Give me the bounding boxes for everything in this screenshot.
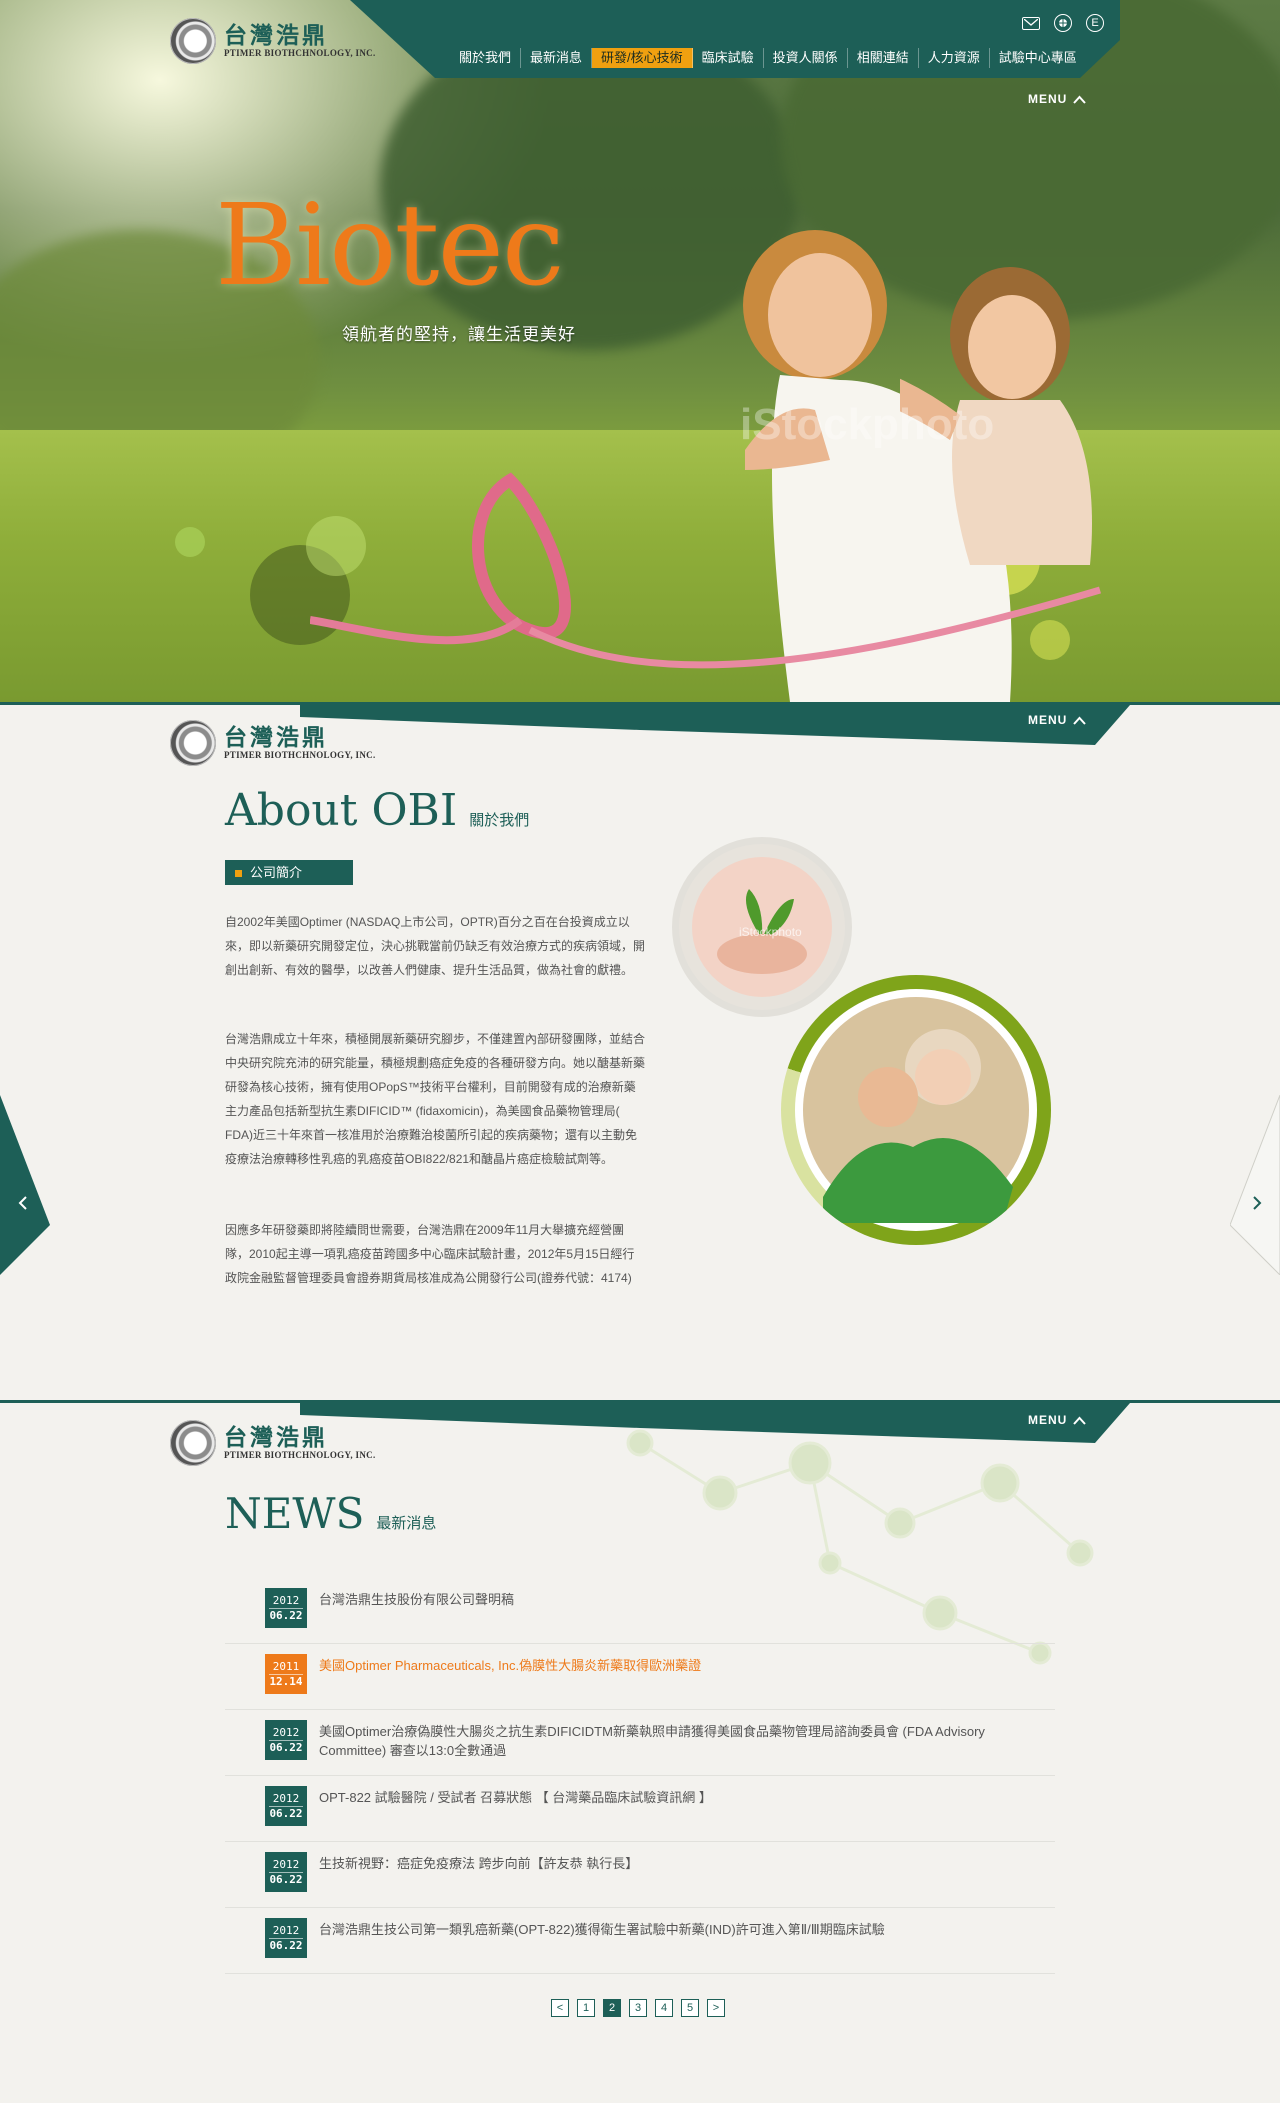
next-slide-button[interactable] (1230, 1095, 1280, 1275)
news-date: 2011 12.14 (265, 1654, 307, 1694)
about-paragraph: 因應多年研發藥即將陸續問世需要，台灣浩鼎在2009年11月大舉擴充經營團隊，20… (225, 1223, 635, 1285)
main-nav: 關於我們 最新消息 研發/核心技術 臨床試驗 投資人關係 相關連結 人力資源 試… (450, 48, 1086, 68)
bokeh-circle (175, 527, 205, 557)
site-logo[interactable]: 台灣浩鼎 PTIMER BIOTHCHNOLOGY, INC. (170, 1420, 376, 1466)
nav-item-trial-center[interactable]: 試驗中心專區 (990, 48, 1086, 68)
news-section: MENU 台灣浩鼎 PTIMER BIOTHCHNOLOGY, INC. NEW… (0, 1400, 1280, 2103)
pagination: < 1 2 3 4 5 > (551, 1999, 725, 2017)
logo-mark-icon (170, 18, 216, 64)
pager-page-3[interactable]: 3 (629, 1999, 647, 2017)
nav-item-rd[interactable]: 研發/核心技術 (592, 48, 693, 68)
about-paragraph: 自2002年美國Optimer (NASDAQ上市公司，OPTR)百分之百在台投… (225, 915, 646, 977)
globe-icon[interactable] (1054, 14, 1072, 32)
chevron-up-icon (1073, 716, 1087, 725)
news-headline[interactable]: 美國Optimer治療偽膜性大腸炎之抗生素DIFICIDTM新藥執照申請獲得美國… (319, 1722, 1009, 1760)
pager-prev-button[interactable]: < (551, 1999, 569, 2017)
utility-icons: E (1022, 14, 1104, 32)
pager-next-button[interactable]: > (707, 1999, 725, 2017)
news-headline[interactable]: 生技新視野：癌症免疫療法 跨步向前【許友恭 執行長】 (319, 1854, 1009, 1873)
photo-watermark-text: iStockphoto (739, 925, 802, 939)
section-band (300, 705, 1130, 745)
nav-item-clinical[interactable]: 臨床試驗 (693, 48, 764, 68)
about-section: MENU 台灣浩鼎 PTIMER BIOTHCHNOLOGY, INC. Abo… (0, 705, 1280, 1398)
menu-button[interactable]: MENU (1028, 92, 1087, 106)
about-subtitle: 關於我們 (469, 812, 530, 829)
pink-ribbon (310, 472, 1101, 669)
nav-item-about[interactable]: 關於我們 (450, 48, 522, 68)
news-headline[interactable]: 台灣浩鼎生技股份有限公司聲明稿 (319, 1590, 1009, 1609)
news-subtitle: 最新消息 (376, 1515, 437, 1532)
logo-name-en: PTIMER BIOTHCHNOLOGY, INC. (224, 1450, 376, 1460)
hero-banner: iStockphoto 台灣浩鼎 PTIMER BIOTHCHNOLOGY, I… (0, 0, 1280, 705)
section-heading: About OBI 關於我們 (225, 789, 529, 833)
list-item[interactable]: 2012 06.22 美國Optimer治療偽膜性大腸炎之抗生素DIFICIDTM… (225, 1710, 1055, 1776)
photo-watermark: iStockphoto (740, 400, 995, 449)
news-list: 2012 06.22 台灣浩鼎生技股份有限公司聲明稿 2011 12.14 美國Op… (225, 1578, 1055, 1974)
news-headline[interactable]: OPT-822 試驗醫院 / 受試者 召募狀態 【 台灣藥品臨床試驗資訊網 】 (319, 1788, 1009, 1807)
list-item[interactable]: 2012 06.22 台灣浩鼎生技股份有限公司聲明稿 (225, 1578, 1055, 1644)
list-item[interactable]: 2012 06.22 生技新視野：癌症免疫療法 跨步向前【許友恭 執行長】 (225, 1842, 1055, 1908)
pager-page-4[interactable]: 4 (655, 1999, 673, 2017)
seedling-hands-photo: iStockphoto (672, 837, 852, 1017)
about-paragraph: 台灣浩鼎成立十年來，積極開展新藥研究腳步，不僅建置內部研發團隊，並結合中央研究院… (225, 1032, 646, 1166)
logo-name-en: PTIMER BIOTHCHNOLOGY, INC. (224, 48, 376, 58)
bullet-square-icon (235, 870, 242, 877)
list-item[interactable]: 2012 06.22 台灣浩鼎生技公司第一類乳癌新藥(OPT-822)獲得衛生署試… (225, 1908, 1055, 1974)
news-headline[interactable]: 美國Optimer Pharmaceuticals, Inc.偽膜性大腸炎新藥取… (319, 1656, 1009, 1675)
site-logo[interactable]: 台灣浩鼎 PTIMER BIOTHCHNOLOGY, INC. (170, 18, 376, 64)
news-date: 2012 06.22 (265, 1720, 307, 1760)
company-intro-label: 公司簡介 (225, 860, 353, 885)
pager-page-5[interactable]: 5 (681, 1999, 699, 2017)
pager-page-2[interactable]: 2 (603, 1999, 621, 2017)
nav-item-links[interactable]: 相關連結 (848, 48, 919, 68)
list-item[interactable]: 2011 12.14 美國Optimer Pharmaceuticals, Inc… (225, 1644, 1055, 1710)
pager-page-1[interactable]: 1 (577, 1999, 595, 2017)
logo-mark-icon (170, 1420, 216, 1466)
section-heading: NEWS 最新消息 (225, 1493, 436, 1535)
nav-item-news[interactable]: 最新消息 (521, 48, 593, 68)
news-date: 2012 06.22 (265, 1852, 307, 1892)
news-title: NEWS (225, 1489, 365, 1538)
about-title: About OBI (225, 785, 458, 836)
list-item[interactable]: 2012 06.22 OPT-822 試驗醫院 / 受試者 召募狀態 【 台灣藥品… (225, 1776, 1055, 1842)
senior-couple-photo (781, 975, 1051, 1245)
nav-item-investors[interactable]: 投資人關係 (764, 48, 848, 68)
news-date: 2012 06.22 (265, 1786, 307, 1826)
prev-slide-button[interactable] (0, 1095, 50, 1275)
mail-icon[interactable] (1022, 17, 1040, 30)
news-date: 2012 06.22 (265, 1918, 307, 1958)
english-icon[interactable]: E (1086, 14, 1104, 32)
menu-label: MENU (1028, 92, 1068, 106)
nav-item-hr[interactable]: 人力資源 (919, 48, 990, 68)
logo-name-cn: 台灣浩鼎 (224, 1424, 328, 1451)
chevron-up-icon (1073, 95, 1087, 104)
news-date: 2012 06.22 (265, 1588, 307, 1628)
hero-slogan: 領航者的堅持，讓生活更美好 (342, 325, 576, 344)
logo-name-en: PTIMER BIOTHCHNOLOGY, INC. (224, 750, 376, 760)
logo-name-cn: 台灣浩鼎 (224, 724, 328, 751)
logo-mark-icon (170, 720, 216, 766)
chevron-up-icon (1073, 1416, 1087, 1425)
menu-label: MENU (1028, 713, 1068, 727)
section-band (300, 1403, 1130, 1443)
menu-button[interactable]: MENU (1028, 1413, 1087, 1427)
menu-button[interactable]: MENU (1028, 713, 1087, 727)
hero-title: Biotec (215, 181, 565, 311)
site-logo[interactable]: 台灣浩鼎 PTIMER BIOTHCHNOLOGY, INC. (170, 720, 376, 766)
menu-label: MENU (1028, 1413, 1068, 1427)
logo-name-cn: 台灣浩鼎 (224, 22, 328, 49)
news-headline[interactable]: 台灣浩鼎生技公司第一類乳癌新藥(OPT-822)獲得衛生署試驗中新藥(IND)許… (319, 1920, 1009, 1939)
